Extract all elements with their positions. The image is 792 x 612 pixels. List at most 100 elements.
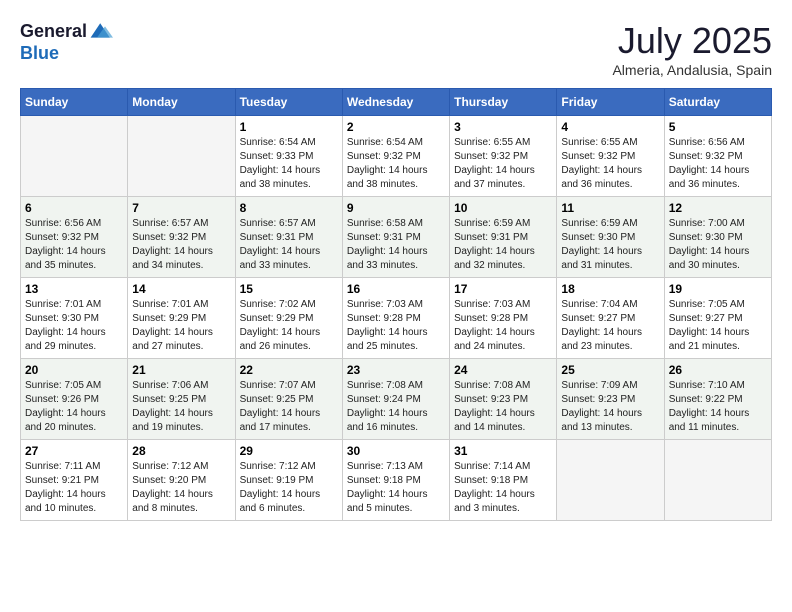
calendar-day-cell: 15 Sunrise: 7:02 AMSunset: 9:29 PMDayligh… [235,278,342,359]
day-info: Sunrise: 7:13 AMSunset: 9:18 PMDaylight:… [347,460,445,516]
day-number: 15 [240,282,338,296]
day-header-thursday: Thursday [450,89,557,116]
day-number: 13 [25,282,123,296]
day-number: 5 [669,120,767,134]
calendar-day-cell: 4Sunrise: 6:55 AMSunset: 9:32 PMDaylight… [557,116,664,197]
title-area: July 2025 Almeria, Andalusia, Spain [612,20,772,78]
day-info: Sunrise: 6:59 AMSunset: 9:31 PMDaylight:… [454,217,552,273]
calendar-day-cell: 31 Sunrise: 7:14 AMSunset: 9:18 PMDayligh… [450,440,557,521]
calendar-day-cell: 29 Sunrise: 7:12 AMSunset: 9:19 PMDayligh… [235,440,342,521]
day-number: 27 [25,444,123,458]
day-number: 19 [669,282,767,296]
day-header-saturday: Saturday [664,89,771,116]
calendar-day-cell: 11 Sunrise: 6:59 AMSunset: 9:30 PMDayligh… [557,197,664,278]
calendar-week-row: 20Sunrise: 7:05 AMSunset: 9:26 PMDayligh… [21,359,772,440]
day-number: 25 [561,363,659,377]
logo-icon [89,20,113,44]
calendar-day-cell: 7Sunrise: 6:57 AMSunset: 9:32 PMDaylight… [128,197,235,278]
calendar-week-row: 13 Sunrise: 7:01 AMSunset: 9:30 PMDayligh… [21,278,772,359]
day-number: 1 [240,120,338,134]
calendar-day-cell: 19Sunrise: 7:05 AMSunset: 9:27 PMDayligh… [664,278,771,359]
day-number: 7 [132,201,230,215]
day-info: Sunrise: 7:01 AMSunset: 9:29 PMDaylight:… [132,298,230,354]
day-info: Sunrise: 7:03 AMSunset: 9:28 PMDaylight:… [347,298,445,354]
calendar-day-cell: 3 Sunrise: 6:55 AMSunset: 9:32 PMDaylight… [450,116,557,197]
day-header-tuesday: Tuesday [235,89,342,116]
calendar-week-row: 27Sunrise: 7:11 AMSunset: 9:21 PMDayligh… [21,440,772,521]
calendar-day-cell [664,440,771,521]
calendar-day-cell: 5 Sunrise: 6:56 AMSunset: 9:32 PMDaylight… [664,116,771,197]
day-info: Sunrise: 7:02 AMSunset: 9:29 PMDaylight:… [240,298,338,354]
day-number: 22 [240,363,338,377]
day-number: 31 [454,444,552,458]
day-info: Sunrise: 7:14 AMSunset: 9:18 PMDaylight:… [454,460,552,516]
calendar-day-cell: 26Sunrise: 7:10 AMSunset: 9:22 PMDayligh… [664,359,771,440]
calendar-day-cell: 30 Sunrise: 7:13 AMSunset: 9:18 PMDayligh… [342,440,449,521]
day-info: Sunrise: 7:06 AMSunset: 9:25 PMDaylight:… [132,379,230,435]
day-number: 14 [132,282,230,296]
calendar-day-cell: 18Sunrise: 7:04 AMSunset: 9:27 PMDayligh… [557,278,664,359]
logo-general: General [20,22,87,42]
calendar-day-cell: 12 Sunrise: 7:00 AMSunset: 9:30 PMDayligh… [664,197,771,278]
day-number: 2 [347,120,445,134]
day-number: 8 [240,201,338,215]
day-number: 3 [454,120,552,134]
day-info: Sunrise: 6:56 AMSunset: 9:32 PMDaylight:… [669,136,767,192]
calendar-day-cell: 23 Sunrise: 7:08 AMSunset: 9:24 PMDayligh… [342,359,449,440]
day-number: 28 [132,444,230,458]
day-header-wednesday: Wednesday [342,89,449,116]
calendar-day-cell [21,116,128,197]
calendar-day-cell: 28 Sunrise: 7:12 AMSunset: 9:20 PMDayligh… [128,440,235,521]
day-number: 29 [240,444,338,458]
month-title: July 2025 [612,20,772,62]
day-info: Sunrise: 7:01 AMSunset: 9:30 PMDaylight:… [25,298,123,354]
calendar-day-cell: 17 Sunrise: 7:03 AMSunset: 9:28 PMDayligh… [450,278,557,359]
location-subtitle: Almeria, Andalusia, Spain [612,62,772,78]
day-info: Sunrise: 6:59 AMSunset: 9:30 PMDaylight:… [561,217,659,273]
calendar-day-cell [557,440,664,521]
calendar-week-row: 6Sunrise: 6:56 AMSunset: 9:32 PMDaylight… [21,197,772,278]
calendar-day-cell: 20Sunrise: 7:05 AMSunset: 9:26 PMDayligh… [21,359,128,440]
day-number: 16 [347,282,445,296]
calendar-header-row: SundayMondayTuesdayWednesdayThursdayFrid… [21,89,772,116]
day-info: Sunrise: 6:56 AMSunset: 9:32 PMDaylight:… [25,217,123,273]
day-info: Sunrise: 7:03 AMSunset: 9:28 PMDaylight:… [454,298,552,354]
calendar-day-cell: 27Sunrise: 7:11 AMSunset: 9:21 PMDayligh… [21,440,128,521]
day-header-monday: Monday [128,89,235,116]
day-number: 21 [132,363,230,377]
calendar-day-cell: 9Sunrise: 6:58 AMSunset: 9:31 PMDaylight… [342,197,449,278]
day-header-friday: Friday [557,89,664,116]
day-info: Sunrise: 7:12 AMSunset: 9:20 PMDaylight:… [132,460,230,516]
calendar-day-cell: 2Sunrise: 6:54 AMSunset: 9:32 PMDaylight… [342,116,449,197]
calendar-day-cell: 8Sunrise: 6:57 AMSunset: 9:31 PMDaylight… [235,197,342,278]
calendar-day-cell: 6Sunrise: 6:56 AMSunset: 9:32 PMDaylight… [21,197,128,278]
day-info: Sunrise: 7:04 AMSunset: 9:27 PMDaylight:… [561,298,659,354]
day-number: 12 [669,201,767,215]
day-info: Sunrise: 7:09 AMSunset: 9:23 PMDaylight:… [561,379,659,435]
calendar-day-cell: 16 Sunrise: 7:03 AMSunset: 9:28 PMDayligh… [342,278,449,359]
day-info: Sunrise: 7:12 AMSunset: 9:19 PMDaylight:… [240,460,338,516]
calendar-week-row: 1 Sunrise: 6:54 AMSunset: 9:33 PMDaylight… [21,116,772,197]
day-info: Sunrise: 6:55 AMSunset: 9:32 PMDaylight:… [454,136,552,192]
day-number: 10 [454,201,552,215]
calendar-day-cell: 1 Sunrise: 6:54 AMSunset: 9:33 PMDaylight… [235,116,342,197]
logo-blue: Blue [20,44,113,64]
page-header: General Blue July 2025 Almeria, Andalusi… [20,20,772,78]
calendar-day-cell: 25 Sunrise: 7:09 AMSunset: 9:23 PMDayligh… [557,359,664,440]
day-info: Sunrise: 7:00 AMSunset: 9:30 PMDaylight:… [669,217,767,273]
day-number: 20 [25,363,123,377]
calendar-day-cell: 13 Sunrise: 7:01 AMSunset: 9:30 PMDayligh… [21,278,128,359]
day-info: Sunrise: 6:54 AMSunset: 9:33 PMDaylight:… [240,136,338,192]
day-number: 11 [561,201,659,215]
day-number: 30 [347,444,445,458]
day-number: 23 [347,363,445,377]
day-info: Sunrise: 7:08 AMSunset: 9:23 PMDaylight:… [454,379,552,435]
day-info: Sunrise: 7:07 AMSunset: 9:25 PMDaylight:… [240,379,338,435]
calendar-day-cell: 21 Sunrise: 7:06 AMSunset: 9:25 PMDayligh… [128,359,235,440]
calendar-day-cell [128,116,235,197]
day-info: Sunrise: 6:55 AMSunset: 9:32 PMDaylight:… [561,136,659,192]
calendar-table: SundayMondayTuesdayWednesdayThursdayFrid… [20,88,772,521]
day-number: 17 [454,282,552,296]
calendar-day-cell: 14 Sunrise: 7:01 AMSunset: 9:29 PMDayligh… [128,278,235,359]
day-info: Sunrise: 7:08 AMSunset: 9:24 PMDaylight:… [347,379,445,435]
